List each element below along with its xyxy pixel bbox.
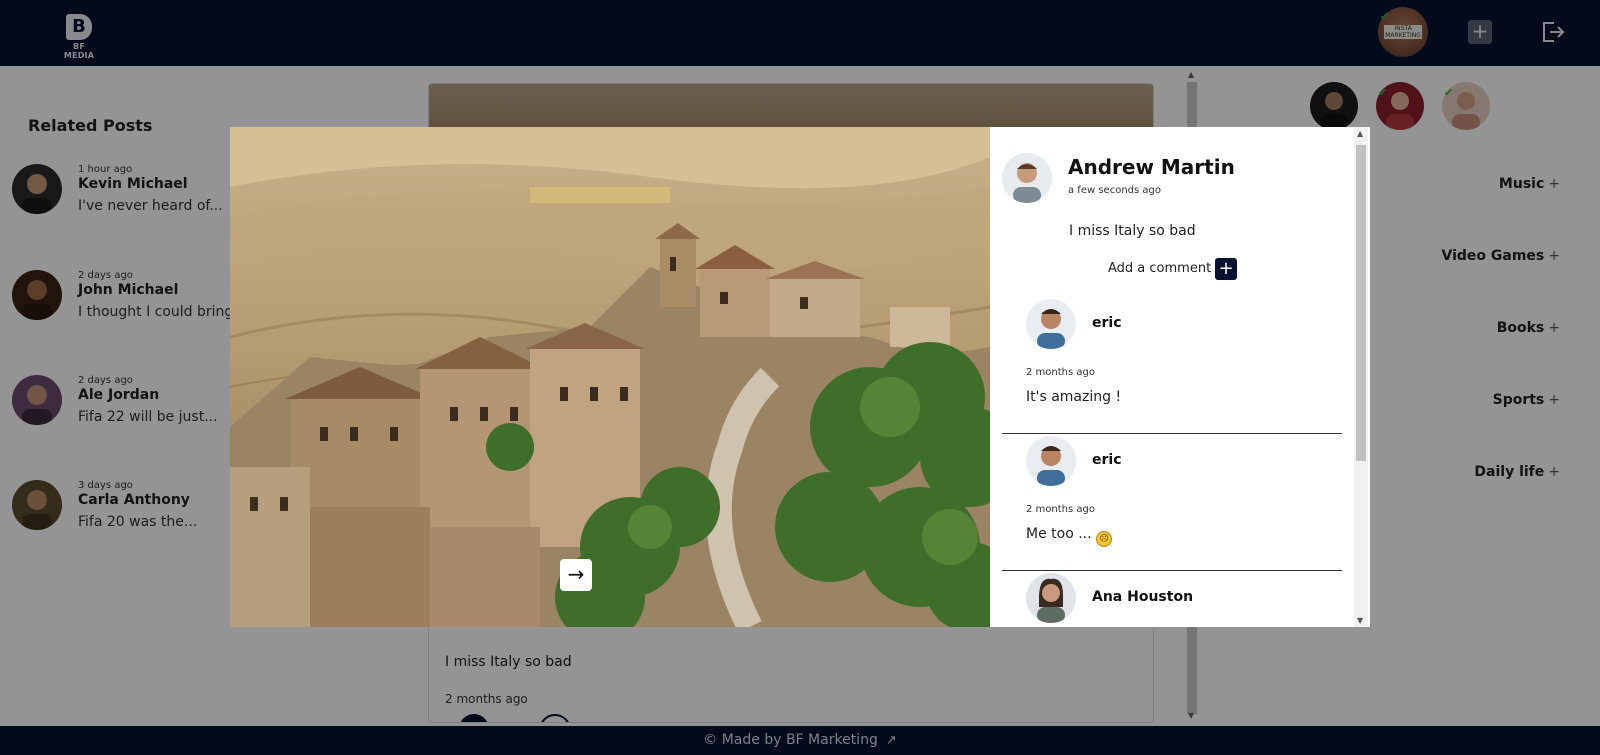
- commenter-name[interactable]: eric: [1092, 452, 1122, 468]
- author-name[interactable]: Andrew Martin: [1068, 155, 1235, 179]
- comment-text: It's amazing !: [1026, 389, 1122, 405]
- scroll-down-icon[interactable]: ▼: [1357, 616, 1363, 625]
- comment-item: Ana Houston: [1002, 571, 1342, 627]
- post-photo: →: [230, 127, 990, 627]
- next-image-button[interactable]: →: [560, 559, 592, 591]
- comment-text-row: Me too ... ☹: [1026, 526, 1113, 547]
- comment-text: Me too ...: [1026, 526, 1092, 542]
- modal-scrollbar[interactable]: ▲ ▼: [1354, 127, 1368, 627]
- comment-time: 2 months ago: [1026, 504, 1095, 515]
- comment-item: eric 2 months ago It's amazing !: [1002, 297, 1342, 434]
- scrollbar-thumb[interactable]: [1356, 145, 1366, 461]
- post-modal: → Andrew Martin a few seconds ago I miss…: [230, 127, 1370, 627]
- post-details-panel: Andrew Martin a few seconds ago I miss I…: [990, 127, 1370, 627]
- italy-village-photo: [230, 127, 990, 627]
- scroll-up-icon[interactable]: ▲: [1357, 129, 1363, 138]
- comment-item: eric 2 months ago Me too ... ☹: [1002, 434, 1342, 571]
- post-text: I miss Italy so bad: [1069, 223, 1196, 239]
- add-comment-button[interactable]: +: [1215, 258, 1237, 280]
- commenter-avatar[interactable]: [1026, 573, 1076, 623]
- comment-time: 2 months ago: [1026, 367, 1095, 378]
- commenter-avatar[interactable]: [1026, 299, 1076, 349]
- sad-emoji-icon: ☹: [1096, 531, 1113, 547]
- commenter-name[interactable]: Ana Houston: [1092, 589, 1193, 605]
- commenter-name[interactable]: eric: [1092, 315, 1122, 331]
- author-avatar[interactable]: [1002, 153, 1052, 203]
- add-comment-label: Add a comment: [1108, 261, 1212, 276]
- post-time: a few seconds ago: [1068, 185, 1161, 196]
- commenter-avatar[interactable]: [1026, 436, 1076, 486]
